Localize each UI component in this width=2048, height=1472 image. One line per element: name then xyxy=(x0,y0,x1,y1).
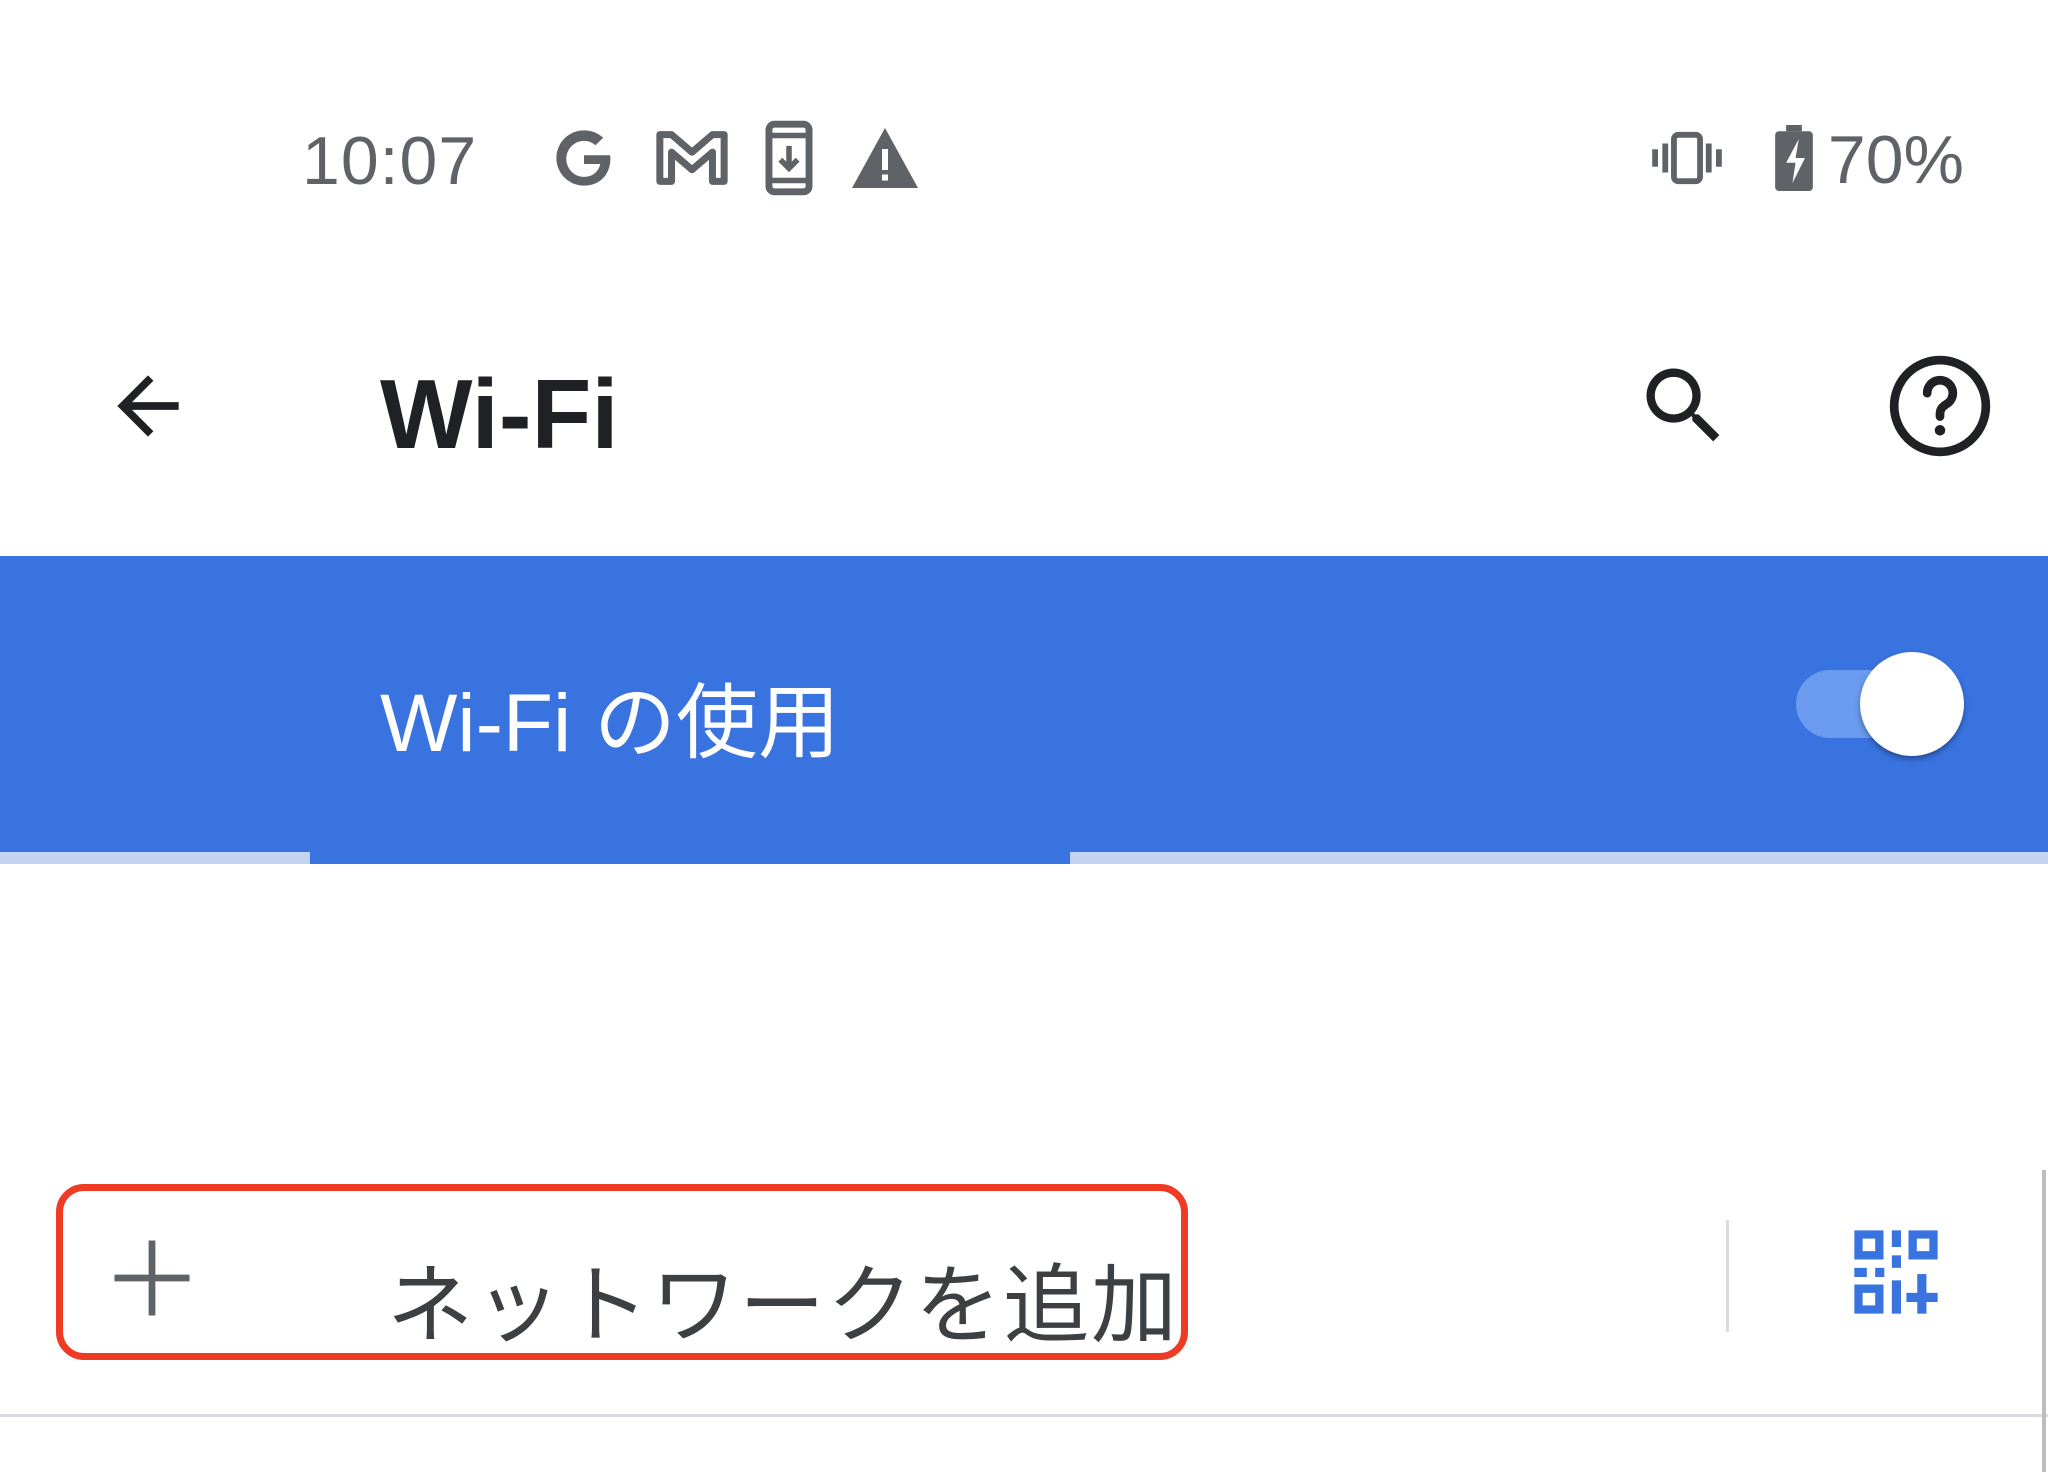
search-icon xyxy=(1634,356,1734,461)
back-button[interactable] xyxy=(92,352,204,464)
notification-icons xyxy=(548,120,922,200)
vertical-divider xyxy=(1726,1220,1729,1332)
qr-code-scanner-icon xyxy=(1846,1222,1946,1327)
wifi-toggle[interactable] xyxy=(1796,652,1964,756)
add-network-label: ネットワークを追加 xyxy=(387,1258,1179,1354)
scroll-edge xyxy=(2042,1170,2046,1472)
row-divider xyxy=(0,1414,2048,1417)
plus-icon xyxy=(107,1233,197,1323)
help-icon xyxy=(1885,351,1995,466)
battery-charging-icon xyxy=(1772,123,1816,198)
wifi-switch-label: Wi-Fi の使用 xyxy=(380,678,841,769)
download-icon xyxy=(764,120,814,201)
google-icon xyxy=(548,122,620,199)
scan-progress-indicator xyxy=(310,850,1070,864)
arrow-back-icon xyxy=(102,360,194,457)
qr-code-scan-button[interactable] xyxy=(1840,1218,1952,1330)
warning-icon xyxy=(848,125,922,196)
search-button[interactable] xyxy=(1628,352,1740,464)
add-network-button[interactable]: ネットワークを追加 xyxy=(56,1184,1188,1360)
battery-percent: 70% xyxy=(1827,122,1964,198)
wifi-master-switch[interactable]: Wi-Fi の使用 xyxy=(0,556,2048,852)
gmail-icon xyxy=(654,128,730,193)
system-icons: 70% xyxy=(1648,120,1964,200)
page-title: Wi-Fi xyxy=(380,359,619,469)
status-time: 10:07 xyxy=(302,123,478,199)
help-button[interactable] xyxy=(1882,350,1998,466)
toggle-thumb xyxy=(1860,652,1964,756)
vibrate-icon xyxy=(1648,129,1726,192)
battery-indicator: 70% xyxy=(1772,121,1964,199)
